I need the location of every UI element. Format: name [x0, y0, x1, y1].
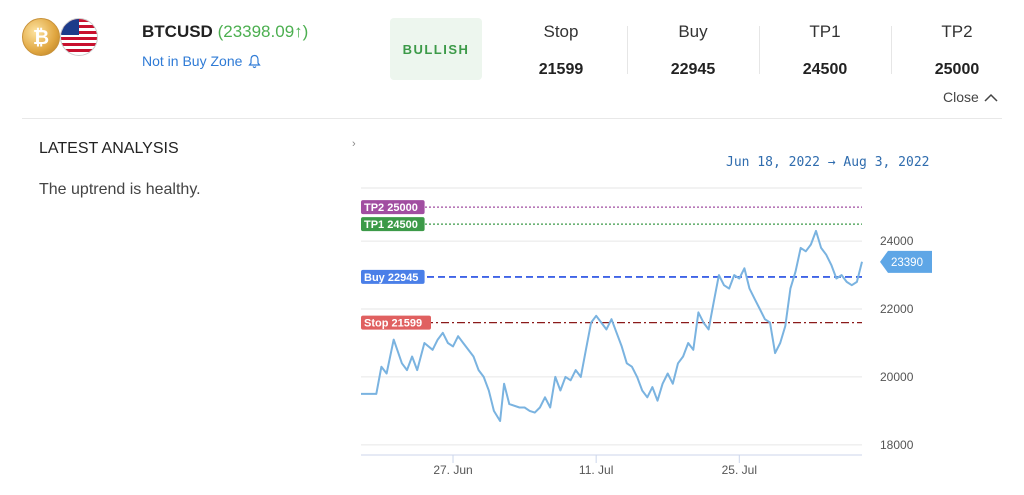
stop-value: 21599 [538, 61, 584, 78]
price-line [361, 229, 863, 422]
price-chart: 24000 22000 20000 18000 27. Jun 11. Jul 25. Ju… [361, 187, 932, 477]
analysis-heading: LATEST ANALYSIS [39, 140, 179, 157]
zone-status-label: Not in Buy Zone [142, 53, 243, 69]
y-tick-label: 18000 [880, 438, 914, 452]
tp1-level: TP1 24500 [760, 22, 890, 79]
close-label: Close [943, 89, 979, 105]
x-tick-label: 27. Jun [433, 463, 472, 477]
stop-level-tag-label: Stop 21599 [364, 318, 422, 330]
buy-value: 22945 [670, 61, 716, 78]
chevron-right-icon[interactable]: › [352, 138, 356, 150]
symbol-label: BTCUSD [142, 22, 213, 41]
buy-zone-status[interactable]: Not in Buy Zone [142, 53, 262, 69]
header-divider [22, 118, 1002, 119]
current-price: (23398.09↑) [217, 22, 309, 41]
close-button[interactable]: Close [943, 89, 998, 105]
ticker-title: BTCUSD (23398.09↑) [142, 22, 308, 42]
y-tick-label: 24000 [880, 234, 914, 248]
tp2-value: 25000 [934, 61, 980, 78]
tp1-label: TP1 [809, 22, 841, 41]
buy-level: Buy 22945 [628, 22, 758, 79]
pair-logos: ₿ [22, 18, 98, 56]
tp1-value: 24500 [802, 61, 848, 78]
analysis-text: The uptrend is healthy. [39, 181, 201, 198]
chevron-up-icon [984, 93, 998, 102]
buy-level-tag-label: Buy 22945 [364, 272, 418, 284]
date-range[interactable]: Jun 18, 2022 → Aug 3, 2022 [726, 155, 930, 170]
tp2-label: TP2 [941, 22, 973, 41]
stop-level: Stop 21599 [496, 22, 626, 79]
sentiment-badge: BULLISH [390, 18, 482, 80]
buy-label: Buy [678, 22, 708, 41]
bitcoin-icon: ₿ [22, 18, 60, 56]
last-price-label: 23390 [891, 257, 923, 269]
tp2-level: TP2 25000 [892, 22, 1022, 79]
x-tick-label: 25. Jul [722, 463, 757, 477]
bell-icon [248, 54, 262, 68]
x-tick-label: 11. Jul [579, 463, 613, 477]
y-tick-label: 22000 [880, 302, 914, 316]
us-flag-icon [60, 18, 98, 56]
tp2-level-tag-label: TP2 25000 [364, 202, 418, 214]
stop-label: Stop [543, 22, 579, 41]
tp1-level-tag-label: TP1 24500 [364, 219, 418, 231]
y-tick-label: 20000 [880, 370, 914, 384]
